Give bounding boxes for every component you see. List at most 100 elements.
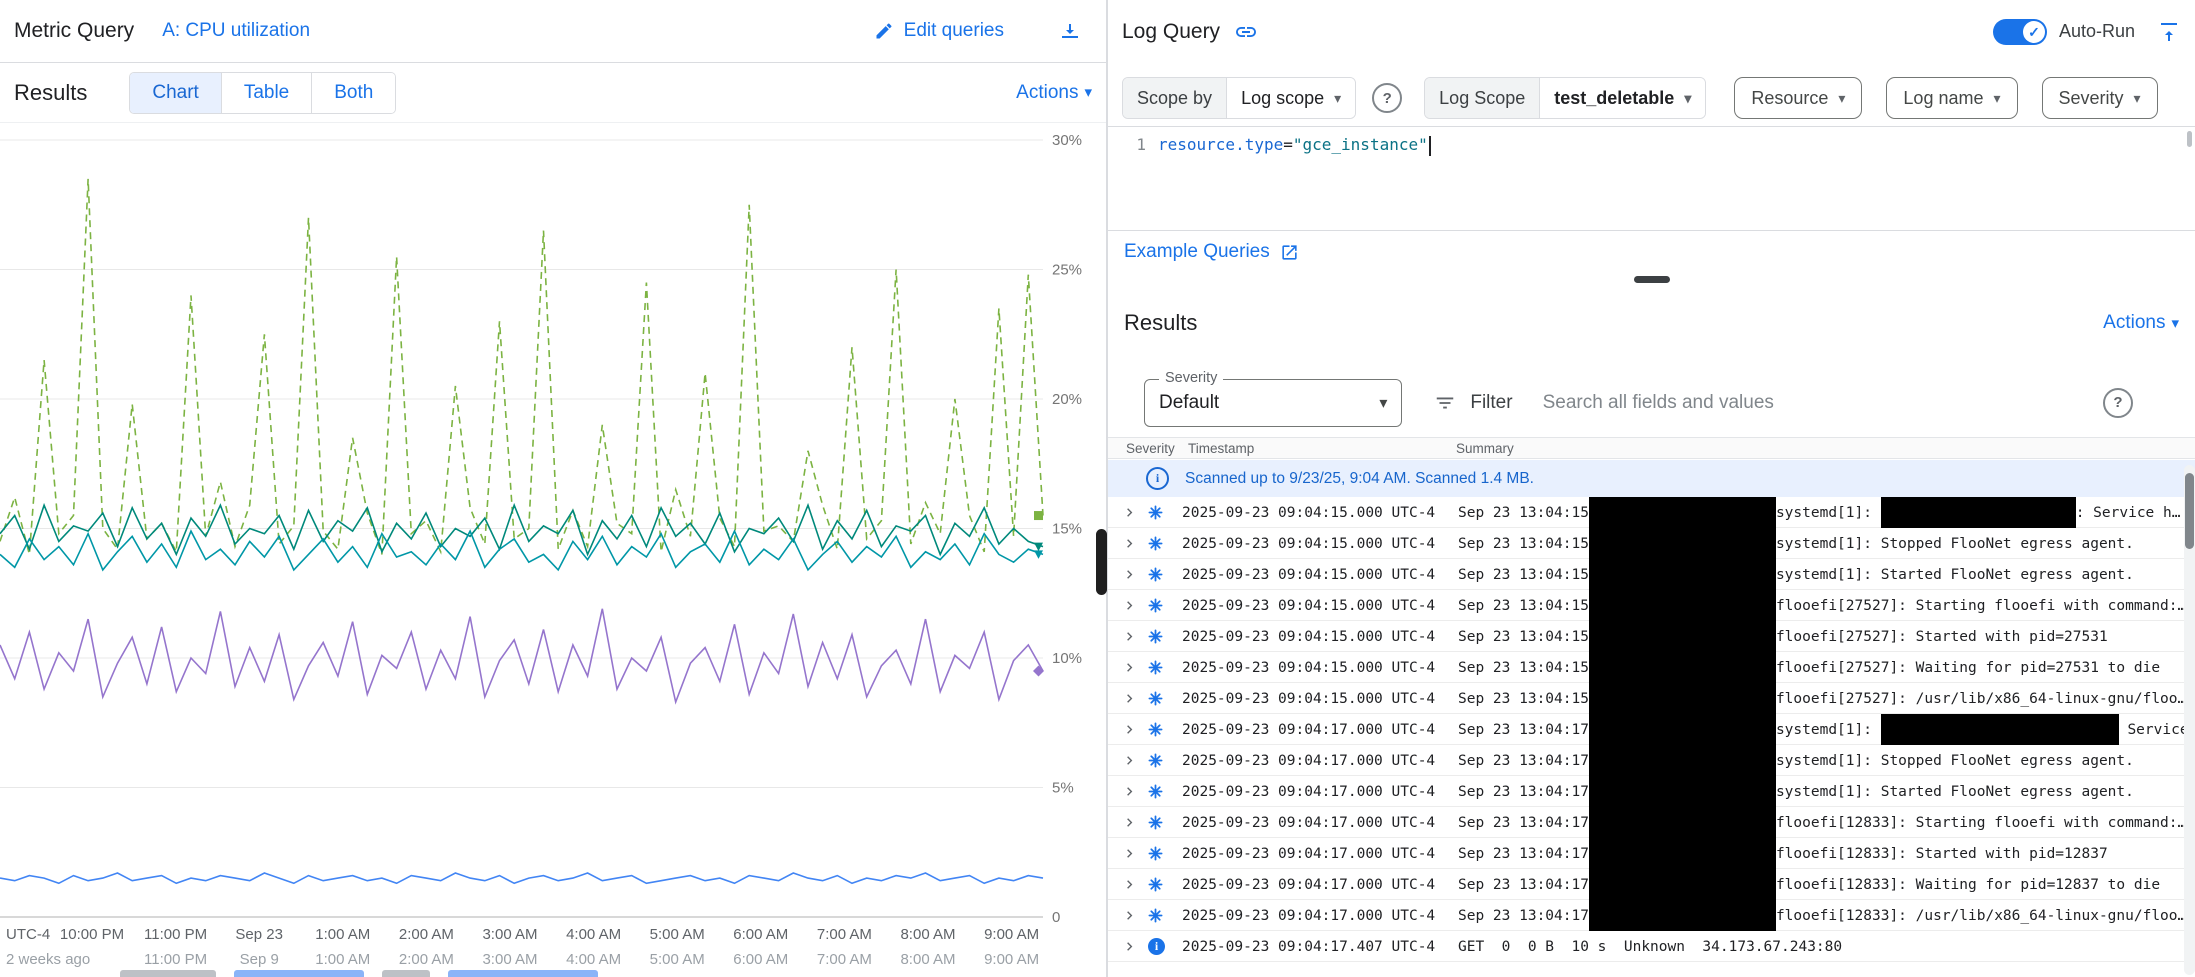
redaction-box — [1589, 900, 1776, 931]
log-timestamp: 2025-09-23 09:04:15.000 UTC-4 — [1182, 683, 1458, 714]
svg-text:20%: 20% — [1052, 391, 1082, 408]
log-scope-dropdown[interactable]: Log scope ▾ — [1227, 78, 1355, 118]
row-expand-chevron-icon[interactable] — [1122, 714, 1148, 745]
log-row[interactable]: 2025-09-23 09:04:15.000 UTC-4Sep 23 13:0… — [1108, 590, 2195, 621]
log-summary: Sep 23 13:04:17flooefi[12833]: Started w… — [1458, 838, 2195, 869]
chevron-down-icon: ▾ — [1334, 90, 1341, 107]
expand-queries-icon[interactable] — [1058, 19, 1082, 43]
log-actions-label: Actions — [2103, 312, 2165, 334]
row-expand-chevron-icon[interactable] — [1122, 931, 1148, 962]
svg-text:30%: 30% — [1052, 132, 1082, 149]
row-expand-chevron-icon[interactable] — [1122, 745, 1148, 776]
splitter-drag-handle[interactable] — [1096, 529, 1107, 595]
row-expand-chevron-icon[interactable] — [1122, 528, 1148, 559]
chart-footnote-fragment — [120, 970, 216, 977]
log-row[interactable]: 2025-09-23 09:04:17.000 UTC-4Sep 23 13:0… — [1108, 745, 2195, 776]
log-summary: Sep 23 13:04:17systemd[1]: Service h… — [1458, 714, 2195, 745]
log-name-filter-label: Log name — [1903, 88, 1983, 109]
cpu-utilization-chart[interactable]: 30%25%20%15%10%5%0UTC-410:00 PM11:00 PMS… — [0, 123, 1106, 977]
severity-select[interactable]: Severity Default ▾ — [1144, 379, 1402, 427]
log-row[interactable]: 2025-09-23 09:04:15.000 UTC-4Sep 23 13:0… — [1108, 652, 2195, 683]
tab-chart[interactable]: Chart — [130, 73, 221, 113]
log-scope-value-dropdown[interactable]: test_deletable ▾ — [1540, 78, 1705, 118]
svg-text:3:00 AM: 3:00 AM — [482, 951, 537, 968]
results-help-icon[interactable]: ? — [2103, 388, 2133, 418]
log-scrollbar[interactable] — [2184, 465, 2195, 975]
log-timestamp: 2025-09-23 09:04:17.000 UTC-4 — [1182, 745, 1458, 776]
log-row[interactable]: 2025-09-23 09:04:17.000 UTC-4Sep 23 13:0… — [1108, 776, 2195, 807]
log-scope-dropdown-value: Log scope — [1241, 88, 1324, 109]
row-expand-chevron-icon[interactable] — [1122, 869, 1148, 900]
svg-text:4:00 AM: 4:00 AM — [566, 951, 621, 968]
row-expand-chevron-icon[interactable] — [1122, 652, 1148, 683]
tab-table[interactable]: Table — [222, 73, 312, 113]
log-results-title: Results — [1124, 310, 1197, 336]
metric-actions-dropdown[interactable]: Actions ▾ — [1016, 82, 1092, 104]
redaction-box — [1589, 621, 1776, 652]
log-query-header: Log Query ✓ Auto-Run — [1108, 0, 2195, 63]
scan-banner-text: Scanned up to 9/23/25, 9:04 AM. Scanned … — [1185, 470, 1534, 488]
log-summary: Sep 23 13:04:15flooefi[27527]: Waiting f… — [1458, 652, 2195, 683]
scrollbar-thumb[interactable] — [2185, 473, 2194, 549]
row-expand-chevron-icon[interactable] — [1122, 559, 1148, 590]
log-summary: Sep 23 13:04:17flooefi[12833]: Waiting f… — [1458, 869, 2195, 900]
query-operator-token: = — [1283, 135, 1293, 154]
log-actions-dropdown[interactable]: Actions ▾ — [2103, 312, 2179, 334]
pencil-icon — [874, 21, 894, 41]
log-row[interactable]: 2025-09-23 09:04:17.000 UTC-4Sep 23 13:0… — [1108, 869, 2195, 900]
row-expand-chevron-icon[interactable] — [1122, 838, 1148, 869]
svg-text:1:00 AM: 1:00 AM — [315, 926, 370, 943]
log-row[interactable]: 2025-09-23 09:04:15.000 UTC-4Sep 23 13:0… — [1108, 683, 2195, 714]
log-row[interactable]: 2025-09-23 09:04:15.000 UTC-4Sep 23 13:0… — [1108, 528, 2195, 559]
metric-actions-label: Actions — [1016, 82, 1078, 104]
query-editor[interactable]: 1 resource.type="gce_instance" — [1108, 126, 2195, 231]
link-icon[interactable] — [1234, 20, 1258, 44]
log-row[interactable]: 2025-09-23 09:04:17.000 UTC-4Sep 23 13:0… — [1108, 807, 2195, 838]
row-expand-chevron-icon[interactable] — [1122, 497, 1148, 528]
chevron-down-icon: ▾ — [2171, 316, 2179, 331]
row-expand-chevron-icon[interactable] — [1122, 621, 1148, 652]
severity-filter-dropdown[interactable]: Severity ▾ — [2042, 77, 2158, 119]
log-name-filter-dropdown[interactable]: Log name ▾ — [1886, 77, 2017, 119]
log-scope-value: test_deletable — [1554, 88, 1674, 109]
search-input[interactable] — [1541, 391, 2103, 415]
row-expand-chevron-icon[interactable] — [1122, 807, 1148, 838]
scan-info-banner: i Scanned up to 9/23/25, 9:04 AM. Scanne… — [1108, 460, 2195, 497]
log-row[interactable]: 2025-09-23 09:04:15.000 UTC-4Sep 23 13:0… — [1108, 621, 2195, 652]
edit-queries-button[interactable]: Edit queries — [874, 20, 1004, 42]
row-expand-chevron-icon[interactable] — [1122, 776, 1148, 807]
svg-text:9:00 AM: 9:00 AM — [984, 926, 1039, 943]
scope-by-group: Scope by Log scope ▾ — [1122, 77, 1356, 119]
row-expand-chevron-icon[interactable] — [1122, 900, 1148, 931]
resource-filter-dropdown[interactable]: Resource ▾ — [1734, 77, 1862, 119]
log-row[interactable]: 2025-09-23 09:04:17.000 UTC-4Sep 23 13:0… — [1108, 838, 2195, 869]
scope-help-icon[interactable]: ? — [1372, 83, 1402, 113]
row-expand-chevron-icon[interactable] — [1122, 683, 1148, 714]
log-filter-row: Severity Default ▾ Filter ? — [1108, 378, 2195, 427]
tab-both[interactable]: Both — [312, 73, 395, 113]
log-row[interactable]: 2025-09-23 09:04:15.000 UTC-4Sep 23 13:0… — [1108, 559, 2195, 590]
editor-scrollbar[interactable] — [2187, 131, 2192, 147]
log-row[interactable]: 2025-09-23 09:04:17.000 UTC-4Sep 23 13:0… — [1108, 714, 2195, 745]
log-row[interactable]: i2025-09-23 09:04:17.407 UTC-4GET 0 0 B … — [1108, 931, 2195, 962]
auto-run-toggle[interactable]: ✓ — [1993, 19, 2047, 45]
log-row[interactable]: 2025-09-23 09:04:15.000 UTC-4Sep 23 13:0… — [1108, 497, 2195, 528]
log-summary: Sep 23 13:04:15systemd[1]: : Service h… — [1458, 497, 2195, 528]
query-text[interactable]: resource.type="gce_instance" — [1158, 127, 2195, 230]
chart-view-toggle: Chart Table Both — [129, 72, 396, 114]
log-row[interactable]: 2025-09-23 09:04:17.000 UTC-4Sep 23 13:0… — [1108, 900, 2195, 931]
redaction-box — [1589, 838, 1776, 869]
results-section-divider — [1108, 276, 2195, 288]
log-summary: Sep 23 13:04:15systemd[1]: Stopped FlooN… — [1458, 528, 2195, 559]
collapse-panel-icon[interactable] — [2157, 20, 2181, 44]
default-severity-icon — [1148, 900, 1182, 931]
svg-text:10%: 10% — [1052, 650, 1082, 667]
default-severity-icon — [1148, 590, 1182, 621]
metric-query-a-link[interactable]: A: CPU utilization — [162, 20, 310, 42]
auto-run-label: Auto-Run — [2059, 21, 2135, 42]
row-expand-chevron-icon[interactable] — [1122, 590, 1148, 621]
example-queries-link[interactable]: Example Queries — [1124, 241, 1299, 263]
filter-icon — [1434, 392, 1456, 414]
section-drag-handle[interactable] — [1634, 276, 1670, 283]
log-scope-group: Log Scope test_deletable ▾ — [1424, 77, 1706, 119]
